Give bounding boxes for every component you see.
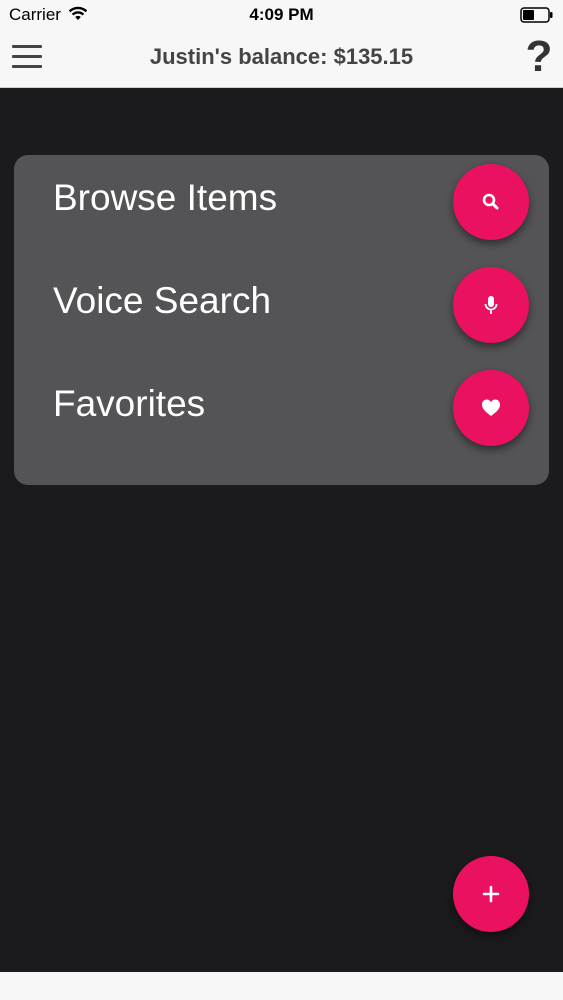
balance-title: Justin's balance: $135.15 [149,44,414,69]
menu-item-browse-items[interactable]: Browse Items [14,155,549,245]
status-time: 4:09 PM [249,5,314,24]
navigation-bar: Justin's balance: $135.15 ? [0,30,563,88]
favorites-button[interactable] [453,370,529,446]
microphone-icon [484,296,498,314]
bottom-bar [0,972,563,1000]
help-button[interactable]: ? [520,32,558,82]
voice-search-button[interactable] [453,267,529,343]
add-fab-button[interactable] [453,856,529,932]
menu-item-voice-search[interactable]: Voice Search [14,258,549,348]
search-icon [482,193,499,210]
menu-item-favorites[interactable]: Favorites [14,361,549,451]
browse-items-label: Browse Items [53,177,278,218]
plus-icon [482,885,500,903]
favorites-label: Favorites [53,383,206,424]
heart-icon [482,399,500,416]
battery-icon [520,7,554,28]
browse-items-button[interactable] [453,164,529,240]
action-menu-panel: Browse Items Voice Search Favorites [14,155,549,485]
voice-search-label: Voice Search [53,280,272,321]
status-bar: Carrier 4:09 PM [0,0,563,30]
